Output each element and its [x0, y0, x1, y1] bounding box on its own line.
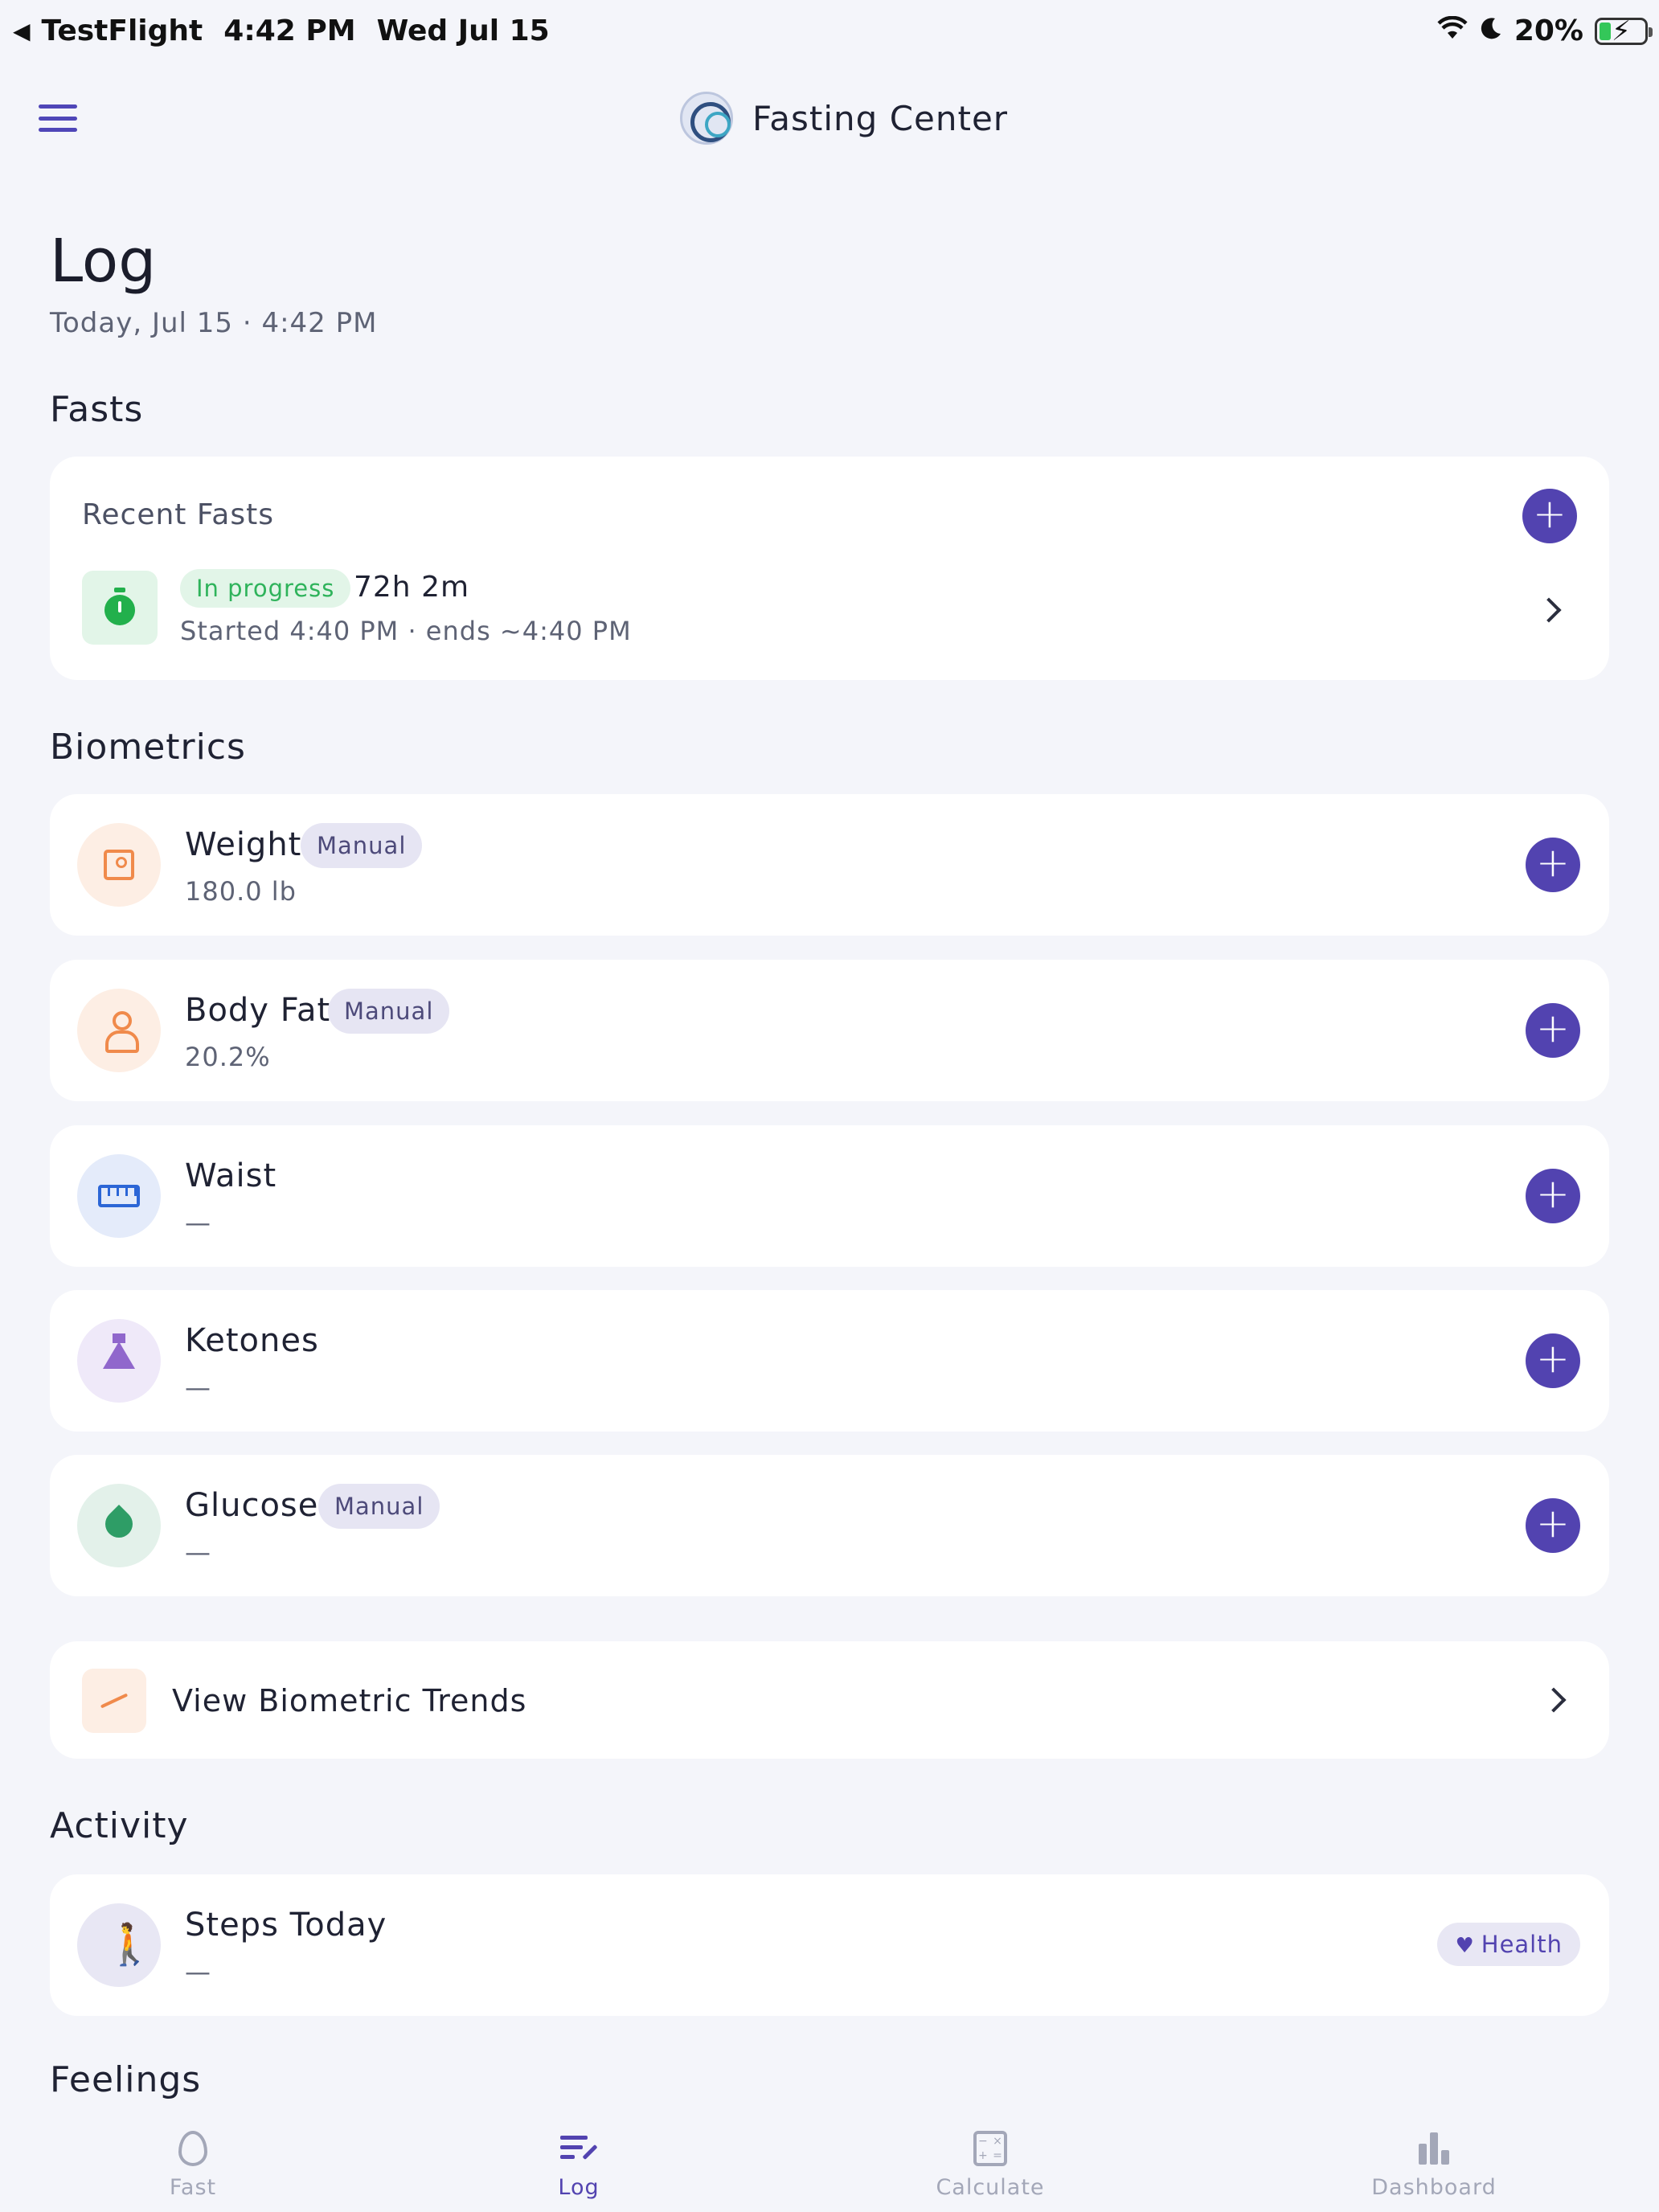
biometric-name: Ketones	[185, 1322, 319, 1359]
biometric-value: —	[185, 1207, 211, 1238]
scale-icon	[77, 823, 161, 907]
tab-log[interactable]: Log	[482, 2124, 675, 2200]
manual-badge: Manual	[318, 1484, 440, 1529]
view-biometric-trends-row[interactable]: View Biometric Trends	[50, 1641, 1609, 1759]
app-logo-icon	[680, 92, 733, 145]
battery-icon: ⚡	[1595, 15, 1653, 47]
biometric-name: Body Fat	[185, 992, 331, 1029]
biometric-name: Weight	[185, 826, 302, 863]
fast-duration: 72h 2m	[354, 571, 470, 604]
biometric-row-weight[interactable]: Weight Manual 180.0 lb	[50, 794, 1609, 936]
wifi-icon	[1437, 15, 1468, 47]
add-weight-button[interactable]	[1526, 838, 1580, 892]
fast-status-badge: In progress	[180, 569, 351, 608]
bar-chart-icon	[1337, 2124, 1530, 2170]
manual-badge: Manual	[301, 823, 423, 868]
add-ketones-button[interactable]	[1526, 1333, 1580, 1388]
heart-icon: ♥	[1455, 1934, 1475, 1958]
flask-icon	[77, 1319, 161, 1403]
section-title-feelings: Feelings	[50, 2059, 202, 2100]
status-bar: ◀ TestFlight 4:42 PM Wed Jul 15 20% ⚡	[0, 0, 1659, 68]
biometric-row-waist[interactable]: Waist —	[50, 1125, 1609, 1267]
biometric-name: Waist	[185, 1157, 277, 1194]
drop-icon	[77, 1484, 161, 1567]
section-title-biometrics: Biometrics	[50, 727, 246, 768]
add-body-fat-button[interactable]	[1526, 1003, 1580, 1058]
battery-percent: 20%	[1514, 14, 1583, 47]
tab-fast[interactable]: Fast	[96, 2124, 289, 2200]
manual-badge: Manual	[328, 989, 450, 1034]
page-subtitle: Today, Jul 15 · 4:42 PM	[50, 307, 378, 339]
person-icon	[77, 989, 161, 1072]
app-brand: Fasting Center	[680, 92, 1008, 145]
section-title-activity: Activity	[50, 1805, 189, 1846]
health-source-badge: ♥ Health	[1437, 1923, 1580, 1966]
biometric-value: —	[185, 1537, 211, 1567]
menu-icon[interactable]	[39, 104, 77, 132]
steps-value: —	[185, 1956, 211, 1987]
page-title: Log	[50, 227, 157, 296]
nav-bar: Fasting Center	[0, 77, 1659, 161]
recent-fasts-card: Recent Fasts In progress 72h 2m Started …	[50, 457, 1609, 680]
biometric-value: 20.2%	[185, 1042, 271, 1072]
moon-icon	[1479, 14, 1503, 47]
recent-fasts-title: Recent Fasts	[82, 498, 274, 531]
biometric-row-body-fat[interactable]: Body Fat Manual 20.2%	[50, 960, 1609, 1101]
tab-dashboard[interactable]: Dashboard	[1337, 2124, 1530, 2200]
tab-calculate[interactable]: Calculate	[894, 2124, 1087, 2200]
biometric-row-ketones[interactable]: Ketones —	[50, 1290, 1609, 1432]
biometric-row-glucose[interactable]: Glucose Manual —	[50, 1455, 1609, 1596]
calculator-icon	[894, 2124, 1087, 2170]
ruler-icon	[77, 1154, 161, 1238]
add-glucose-button[interactable]	[1526, 1498, 1580, 1553]
section-title-fasts: Fasts	[50, 389, 144, 430]
chevron-right-icon[interactable]	[1536, 597, 1562, 623]
status-time: 4:42 PM	[223, 14, 356, 47]
biometric-value: 180.0 lb	[185, 876, 297, 907]
steps-today-row[interactable]: 🚶 Steps Today — ♥ Health	[50, 1874, 1609, 2016]
walking-person-icon: 🚶	[77, 1903, 161, 1987]
biometric-name: Glucose	[185, 1487, 319, 1524]
back-app-label[interactable]: TestFlight	[42, 14, 203, 47]
add-waist-button[interactable]	[1526, 1169, 1580, 1223]
trend-line-icon	[82, 1669, 146, 1733]
biometric-value: —	[185, 1372, 211, 1403]
app-title: Fasting Center	[752, 98, 1009, 138]
stopwatch-icon	[82, 571, 158, 645]
view-trends-label: View Biometric Trends	[172, 1683, 527, 1718]
log-icon	[482, 2124, 675, 2170]
chevron-right-icon[interactable]	[1541, 1687, 1567, 1713]
flame-icon	[96, 2124, 289, 2170]
tab-bar: Fast Log Calculate Dashboard	[0, 2099, 1659, 2212]
add-fast-button[interactable]	[1522, 489, 1577, 543]
back-arrow-icon[interactable]: ◀	[13, 18, 31, 44]
status-date: Wed Jul 15	[376, 14, 550, 47]
steps-label: Steps Today	[185, 1907, 387, 1944]
fast-meta: Started 4:40 PM · ends ~4:40 PM	[180, 616, 632, 646]
